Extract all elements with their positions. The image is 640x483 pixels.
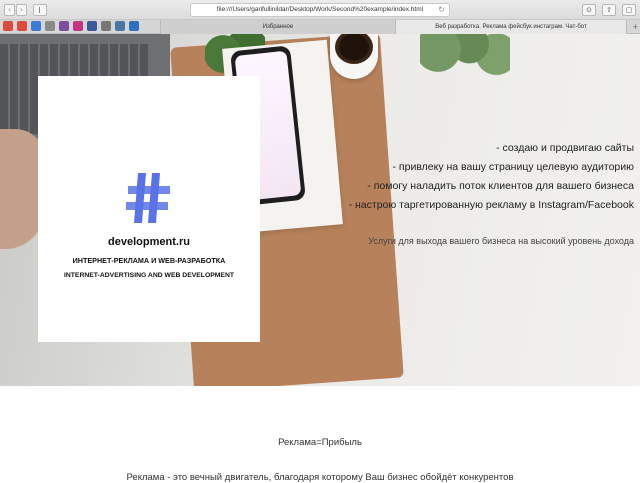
mail-ru-icon[interactable]: [129, 21, 139, 31]
section-title: Реклама=Прибыль: [278, 437, 362, 448]
chrome-icon[interactable]: [31, 21, 41, 31]
facebook-icon[interactable]: [87, 21, 97, 31]
back-button[interactable]: ‹: [4, 4, 15, 16]
brand-name: development.ru: [108, 236, 190, 248]
tagline-en: INTERNET-ADVERTISING AND WEB DEVELOPMENT: [63, 272, 235, 279]
mail-icon[interactable]: [3, 21, 13, 31]
hero-subtitle: Услуги для выхода вашего бизнеса на высо…: [368, 236, 634, 246]
share-button[interactable]: ⇧: [602, 4, 616, 16]
instagram-icon[interactable]: [73, 21, 83, 31]
vk-icon[interactable]: [115, 21, 125, 31]
reload-icon[interactable]: ↻: [438, 4, 445, 16]
service-item: - помогу наладить поток клиентов для ваш…: [367, 180, 634, 192]
tor-icon[interactable]: [59, 21, 69, 31]
favorites-bar: [3, 21, 139, 33]
tab-current[interactable]: Веб разработка. Реклама фейсбук инстагра…: [395, 20, 627, 34]
tagline-ru: ИНТЕРНЕТ-РЕКЛАМА И WEB-РАЗРАБОТКА: [72, 256, 226, 265]
url-text: file:///Users/garifullinildar/Desktop/Wo…: [216, 6, 424, 13]
new-tab-button[interactable]: +: [633, 20, 638, 34]
hero-section: development.ru ИНТЕРНЕТ-РЕКЛАМА И WEB-РА…: [0, 34, 640, 386]
tab-favorites[interactable]: Избранное: [160, 20, 395, 34]
hashtag-logo-icon: [126, 173, 170, 223]
service-item: - настрою таргетированную рекламу в Inst…: [348, 199, 634, 211]
service-item: - привлеку на вашу страницу целевую ауди…: [392, 161, 635, 173]
plant-image-right: [420, 34, 510, 84]
services-list: - создаю и продвигаю сайты - привлеку на …: [304, 139, 634, 215]
gmail-icon[interactable]: [17, 21, 27, 31]
address-bar[interactable]: file:///Users/garifullinildar/Desktop/Wo…: [190, 3, 450, 17]
downloads-button[interactable]: ⊙: [582, 4, 596, 16]
service-item: - создаю и продвигаю сайты: [496, 142, 634, 154]
tab-bar: Избранное Веб разработка. Реклама фейсбу…: [0, 20, 640, 34]
globe-icon[interactable]: [45, 21, 55, 31]
image-icon[interactable]: [101, 21, 111, 31]
tabs-overview-button[interactable]: ▢: [622, 4, 636, 16]
sidebar-toggle-button[interactable]: [33, 4, 47, 16]
section-body: Реклама - это вечный двигатель, благодар…: [126, 472, 514, 483]
logo-card: development.ru ИНТЕРНЕТ-РЕКЛАМА И WEB-РА…: [38, 76, 260, 342]
browser-toolbar: ‹ › file:///Users/garifullinildar/Deskto…: [0, 0, 640, 20]
forward-button[interactable]: ›: [16, 4, 27, 16]
